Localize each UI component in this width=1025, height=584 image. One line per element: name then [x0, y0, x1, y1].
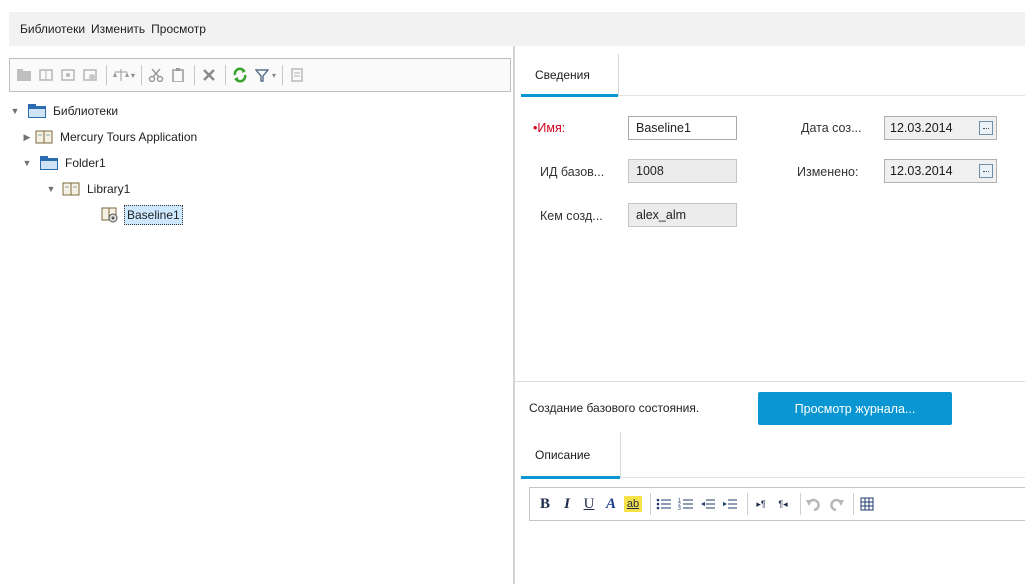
details-tabs: Сведения: [521, 54, 1025, 97]
paste-icon[interactable]: [168, 65, 188, 85]
bold-button[interactable]: B: [536, 493, 554, 515]
chevron-down-icon[interactable]: ▾: [272, 71, 276, 80]
table-icon[interactable]: [858, 493, 876, 515]
chevron-down-icon[interactable]: ▾: [131, 71, 135, 80]
tree-node-mercury[interactable]: ▶ Mercury Tours Application: [9, 126, 199, 148]
baseline-id-label: ИД базов...: [540, 165, 605, 179]
description-tabs: Описание: [521, 432, 1025, 479]
toolbar-separator: [747, 493, 748, 515]
pane-splitter[interactable]: [513, 46, 515, 584]
create-baseline-icon[interactable]: [80, 65, 100, 85]
tree-node-label: Library1: [87, 182, 131, 196]
highlight-button[interactable]: ab: [624, 496, 642, 512]
rtl-direction-icon[interactable]: ¶◂: [774, 493, 792, 515]
library-icon: [35, 129, 53, 145]
outdent-icon[interactable]: [699, 493, 717, 515]
created-by-label: Кем созд...: [540, 209, 603, 223]
modified-label: Изменено:: [797, 165, 859, 179]
ltr-direction-icon[interactable]: ▸¶: [752, 493, 770, 515]
tree-node-libraries[interactable]: ▼ Библиотеки: [9, 100, 120, 122]
import-library-icon[interactable]: [58, 65, 78, 85]
new-library-icon[interactable]: [36, 65, 56, 85]
cut-icon[interactable]: [146, 65, 166, 85]
modified-date-value: 12.03.2014: [890, 164, 953, 178]
tab-label: Сведения: [535, 68, 590, 82]
chevron-right-icon[interactable]: ▶: [21, 132, 33, 143]
name-label: •Имя:: [533, 121, 565, 135]
chevron-down-icon[interactable]: ▼: [45, 184, 57, 194]
toolbar-separator: [225, 65, 227, 85]
menu-libraries[interactable]: Библиотеки: [20, 22, 85, 36]
refresh-icon[interactable]: [230, 65, 250, 85]
toolbar-separator: [800, 493, 801, 515]
horizontal-splitter[interactable]: [515, 381, 1025, 382]
bullet-list-icon[interactable]: [655, 493, 673, 515]
delete-icon[interactable]: [199, 65, 219, 85]
toolbar-separator: [853, 493, 854, 515]
indent-icon[interactable]: [721, 493, 739, 515]
tab-details[interactable]: Сведения: [521, 54, 619, 97]
calendar-icon[interactable]: [979, 164, 993, 178]
calendar-icon[interactable]: [979, 121, 993, 135]
compare-icon[interactable]: [111, 65, 131, 85]
toolbar-separator: [650, 493, 651, 515]
active-tab-indicator: [521, 476, 620, 479]
modified-date-field[interactable]: 12.03.2014: [884, 159, 997, 183]
tree-node-label[interactable]: Baseline1: [124, 205, 183, 225]
tab-description[interactable]: Описание: [521, 432, 621, 479]
rich-text-toolbar: B I U A ab 123 ▸¶ ¶◂: [529, 487, 1025, 521]
menu-edit[interactable]: Изменить: [91, 22, 145, 36]
filter-icon[interactable]: [252, 65, 272, 85]
svg-text:3: 3: [678, 506, 681, 511]
numbered-list-icon[interactable]: 123: [677, 493, 695, 515]
toolbar-separator: [141, 65, 143, 85]
toolbar-separator: [106, 65, 107, 85]
undo-icon[interactable]: [805, 493, 823, 515]
tree-node-folder1[interactable]: ▼ Folder1: [21, 152, 108, 174]
view-history-button[interactable]: Просмотр журнала...: [758, 392, 952, 425]
tab-label: Описание: [535, 448, 591, 462]
active-tab-indicator: [521, 94, 618, 97]
tree-node-library1[interactable]: ▼ Library1: [45, 178, 132, 200]
baseline-icon: [101, 207, 119, 223]
status-text: Создание базового состояния.: [529, 401, 700, 415]
created-date-field[interactable]: 12.03.2014: [884, 116, 997, 140]
toolbar-separator: [282, 65, 284, 85]
menu-view[interactable]: Просмотр: [151, 22, 206, 36]
menu-bar: Библиотеки Изменить Просмотр: [9, 12, 1025, 46]
redo-icon[interactable]: [827, 493, 845, 515]
created-date-label: Дата соз...: [801, 121, 862, 135]
details-icon[interactable]: [287, 65, 307, 85]
name-label-text: Имя:: [537, 121, 566, 135]
folder-icon: [40, 155, 58, 171]
baseline-id-field[interactable]: 1008: [628, 159, 737, 183]
chevron-down-icon[interactable]: ▼: [21, 158, 33, 168]
created-date-value: 12.03.2014: [890, 121, 953, 135]
underline-button[interactable]: U: [580, 493, 598, 515]
library-icon: [62, 181, 80, 197]
libraries-pane: ▾ ▾ ▼ Библиотеки ▶ Mercury Tours Applica…: [9, 54, 513, 584]
toolbar-separator: [194, 65, 196, 85]
tree-toolbar: ▾ ▾: [9, 58, 511, 92]
folder-icon: [28, 103, 46, 119]
tree-node-label: Mercury Tours Application: [60, 130, 198, 144]
italic-button[interactable]: I: [558, 493, 576, 515]
tree-node-label: Folder1: [65, 156, 106, 170]
tree-node-baseline1[interactable]: Baseline1: [94, 204, 183, 226]
font-color-button[interactable]: A: [602, 493, 620, 515]
created-by-field[interactable]: alex_alm: [628, 203, 737, 227]
new-folder-icon[interactable]: [14, 65, 34, 85]
chevron-down-icon[interactable]: ▼: [9, 106, 21, 116]
name-field[interactable]: Baseline1: [628, 116, 737, 140]
tree-node-label: Библиотеки: [53, 104, 119, 118]
